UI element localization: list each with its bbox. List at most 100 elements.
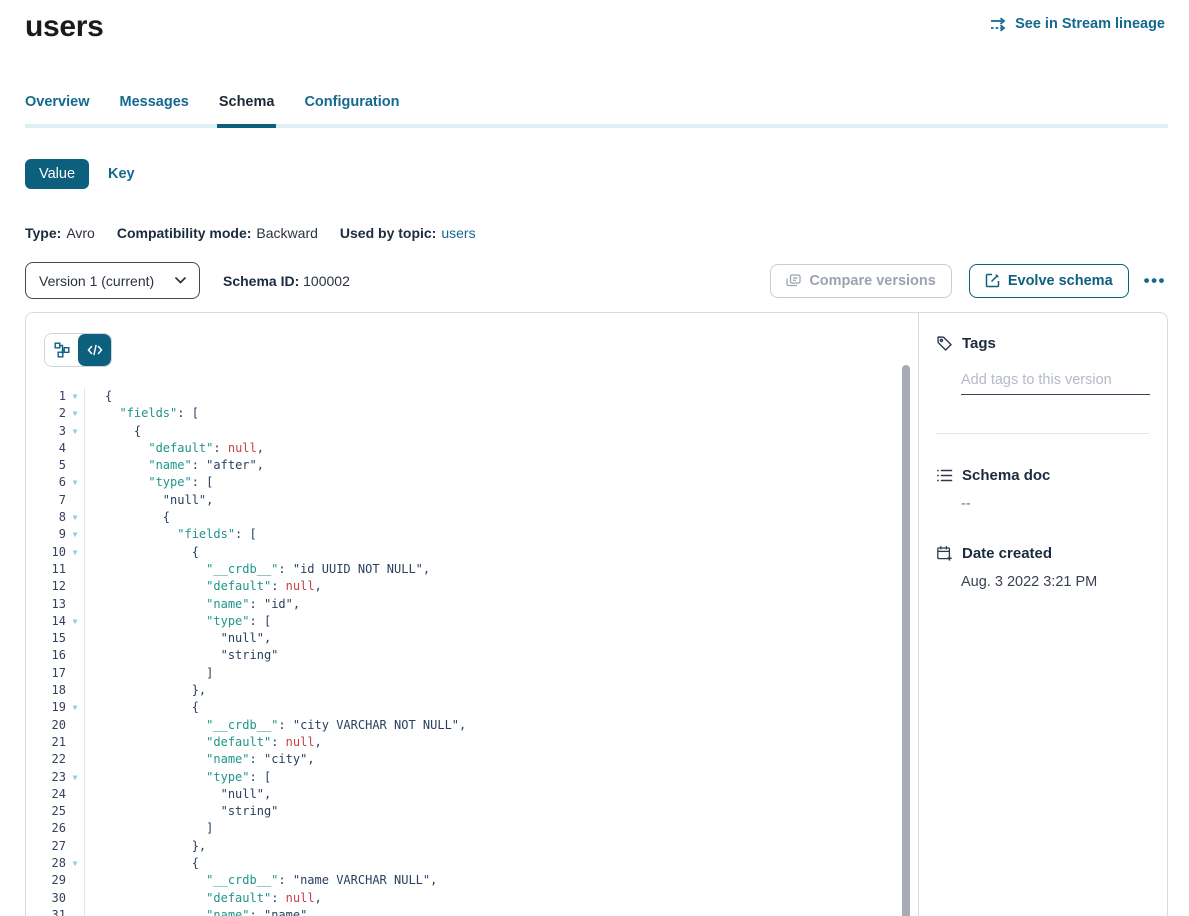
- line-number: 16: [26, 647, 66, 664]
- code-text: {: [85, 699, 199, 716]
- tab-schema[interactable]: Schema: [219, 94, 275, 124]
- code-line: 15 "null",: [26, 630, 918, 647]
- schema-code-editor[interactable]: 1▼{2▼ "fields": [3▼ {4 "default": null,5…: [26, 388, 918, 916]
- more-actions-button[interactable]: •••: [1142, 268, 1168, 293]
- line-number: 4: [26, 440, 66, 457]
- code-text: "default": null,: [85, 890, 322, 907]
- value-tab[interactable]: Value: [25, 159, 89, 189]
- code-text: "name": "name",: [85, 907, 315, 916]
- fold-arrow-icon[interactable]: ▼: [66, 699, 84, 716]
- code-line: 25 "string": [26, 803, 918, 820]
- line-number: 15: [26, 630, 66, 647]
- schema-id-label: Schema ID:: [223, 273, 299, 289]
- fold-gutter: [66, 440, 84, 457]
- code-text: "null",: [85, 630, 271, 647]
- line-number: 31: [26, 907, 66, 916]
- version-select-value: Version 1 (current): [39, 273, 154, 289]
- version-select[interactable]: Version 1 (current): [25, 262, 200, 299]
- code-line: 12 "default": null,: [26, 578, 918, 595]
- fold-arrow-icon[interactable]: ▼: [66, 509, 84, 526]
- evolve-schema-button[interactable]: Evolve schema: [969, 264, 1129, 298]
- fold-gutter: [66, 751, 84, 768]
- evolve-schema-label: Evolve schema: [1008, 273, 1113, 289]
- tab-messages[interactable]: Messages: [120, 94, 189, 124]
- tab-overview[interactable]: Overview: [25, 94, 90, 124]
- code-view-icon: [87, 343, 103, 357]
- line-number: 20: [26, 717, 66, 734]
- compare-versions-label: Compare versions: [809, 273, 936, 289]
- chevron-down-icon: [175, 277, 186, 284]
- code-text: "fields": [: [85, 526, 257, 543]
- fold-arrow-icon[interactable]: ▼: [66, 769, 84, 786]
- code-line: 1▼{: [26, 388, 918, 405]
- schema-sidebar: Tags Schema do: [919, 313, 1167, 916]
- add-tags-input[interactable]: [961, 370, 1150, 395]
- line-number: 23: [26, 769, 66, 786]
- fold-gutter: [66, 872, 84, 889]
- schema-doc-section: Schema doc --: [936, 467, 1149, 512]
- fold-gutter: [66, 803, 84, 820]
- tree-view-button[interactable]: [45, 334, 78, 366]
- code-line: 14▼ "type": [: [26, 613, 918, 630]
- line-number: 11: [26, 561, 66, 578]
- schema-doc-title: Schema doc: [962, 467, 1050, 484]
- fold-arrow-icon[interactable]: ▼: [66, 405, 84, 422]
- code-text: ]: [85, 665, 213, 682]
- compare-versions-button[interactable]: Compare versions: [770, 264, 952, 298]
- fold-arrow-icon[interactable]: ▼: [66, 544, 84, 561]
- fold-arrow-icon[interactable]: ▼: [66, 423, 84, 440]
- line-number: 14: [26, 613, 66, 630]
- code-line: 23▼ "type": [: [26, 769, 918, 786]
- fold-arrow-icon[interactable]: ▼: [66, 613, 84, 630]
- key-tab[interactable]: Key: [108, 166, 135, 182]
- code-text: "fields": [: [85, 405, 199, 422]
- code-text: "null",: [85, 786, 271, 803]
- fold-gutter: [66, 561, 84, 578]
- code-line: 3▼ {: [26, 423, 918, 440]
- fold-gutter: [66, 682, 84, 699]
- line-number: 8: [26, 509, 66, 526]
- code-text: "name": "city",: [85, 751, 315, 768]
- line-number: 10: [26, 544, 66, 561]
- tab-configuration[interactable]: Configuration: [304, 94, 399, 124]
- code-text: {: [85, 423, 141, 440]
- code-line: 22 "name": "city",: [26, 751, 918, 768]
- code-text: "__crdb__": "id UUID NOT NULL",: [85, 561, 430, 578]
- compatibility-mode: Compatibility mode: Backward: [117, 225, 318, 241]
- stream-lineage-link[interactable]: See in Stream lineage: [990, 16, 1165, 32]
- fold-arrow-icon[interactable]: ▼: [66, 855, 84, 872]
- tab-bar: Overview Messages Schema Configuration: [25, 94, 1168, 124]
- topic-link[interactable]: users: [441, 225, 475, 241]
- line-number: 9: [26, 526, 66, 543]
- code-line: 2▼ "fields": [: [26, 405, 918, 422]
- fold-arrow-icon[interactable]: ▼: [66, 474, 84, 491]
- code-line: 19▼ {: [26, 699, 918, 716]
- line-number: 24: [26, 786, 66, 803]
- code-text: },: [85, 682, 206, 699]
- code-text: "name": "id",: [85, 596, 300, 613]
- code-line: 18 },: [26, 682, 918, 699]
- schema-type: Type: Avro: [25, 225, 95, 241]
- line-number: 27: [26, 838, 66, 855]
- code-text: "default": null,: [85, 578, 322, 595]
- code-text: ]: [85, 820, 213, 837]
- fold-arrow-icon[interactable]: ▼: [66, 388, 84, 405]
- line-number: 12: [26, 578, 66, 595]
- line-number: 7: [26, 492, 66, 509]
- fold-arrow-icon[interactable]: ▼: [66, 526, 84, 543]
- code-line: 29 "__crdb__": "name VARCHAR NULL",: [26, 872, 918, 889]
- code-text: "default": null,: [85, 734, 322, 751]
- line-number: 19: [26, 699, 66, 716]
- code-line: 4 "default": null,: [26, 440, 918, 457]
- fold-gutter: [66, 578, 84, 595]
- editor-scrollbar[interactable]: [902, 365, 910, 916]
- tree-view-icon: [54, 342, 70, 358]
- code-text: "default": null,: [85, 440, 264, 457]
- type-value: Avro: [66, 225, 95, 241]
- stream-lineage-label: See in Stream lineage: [1015, 16, 1165, 32]
- code-view-button[interactable]: [78, 334, 111, 366]
- schema-page: users See in Stream lineage Overview Mess…: [0, 0, 1189, 916]
- schema-editor-panel: 1▼{2▼ "fields": [3▼ {4 "default": null,5…: [26, 313, 919, 916]
- date-created-value: Aug. 3 2022 3:21 PM: [961, 574, 1149, 590]
- schema-card: 1▼{2▼ "fields": [3▼ {4 "default": null,5…: [25, 312, 1168, 916]
